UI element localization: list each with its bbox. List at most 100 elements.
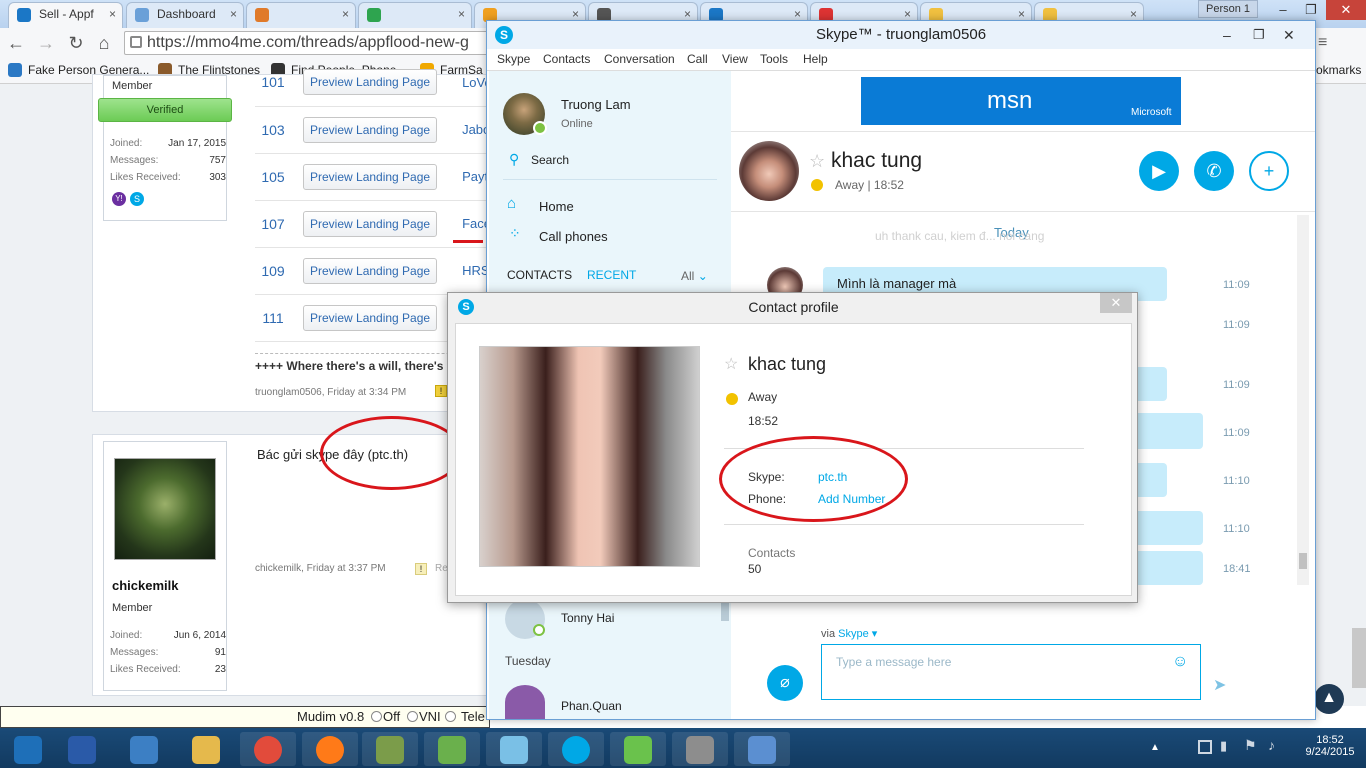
call-phones-nav[interactable]: Call phones	[539, 229, 608, 244]
contact-name[interactable]: Tonny Hai	[561, 611, 614, 625]
skype-minimize-icon[interactable]: –	[1223, 21, 1231, 49]
tray-monitor-icon[interactable]	[1198, 740, 1212, 754]
skype-close-icon[interactable]: ✕	[1283, 21, 1295, 49]
maximize-icon[interactable]: ❐	[1296, 0, 1326, 20]
notepad-icon[interactable]	[486, 732, 542, 766]
menu-skype[interactable]: Skype	[497, 52, 530, 66]
contact-header-name[interactable]: khac tung	[831, 149, 922, 173]
tray-volume-icon[interactable]: ♪	[1268, 737, 1275, 753]
back-icon[interactable]: ←	[6, 34, 26, 54]
browser-tab[interactable]: Sell - Appf ×	[8, 2, 123, 28]
menu-contacts[interactable]: Contacts	[543, 52, 590, 66]
add-contact-icon[interactable]: +	[1249, 151, 1289, 191]
emoticon-icon[interactable]: ☺	[1172, 653, 1188, 671]
contact-name[interactable]: Phan.Quan	[561, 699, 622, 713]
yahoo-icon[interactable]: Y!	[112, 192, 126, 206]
other-bookmarks[interactable]: okmarks	[1316, 62, 1361, 78]
via-label: via Skype ▾	[821, 627, 877, 640]
bluestacks-icon[interactable]	[610, 732, 666, 766]
start-icon[interactable]	[0, 732, 56, 766]
reload-icon[interactable]: ↻	[66, 34, 86, 54]
my-name[interactable]: Truong Lam	[561, 97, 631, 112]
voice-call-icon[interactable]: ✆	[1194, 151, 1234, 191]
firefox-icon[interactable]	[302, 732, 358, 766]
tray-clock[interactable]: 18:52 9/24/2015	[1300, 734, 1360, 758]
chrome-icon[interactable]	[240, 732, 296, 766]
chat-scrollbar[interactable]	[1297, 215, 1309, 585]
favorite-star-icon[interactable]: ☆	[809, 151, 825, 172]
preview-landing-page-button[interactable]: Preview Landing Page	[303, 257, 438, 284]
page-scrollbar[interactable]	[1352, 628, 1366, 688]
mudim-option-vni[interactable]: VNI	[419, 707, 441, 727]
browser-tab[interactable]: Dashboard ×	[126, 2, 244, 28]
scroll-top-icon[interactable]: ▲	[1314, 684, 1344, 714]
browser-tab[interactable]: ×	[358, 2, 472, 28]
chat-scrollbar-thumb[interactable]	[1299, 553, 1307, 569]
home-nav[interactable]: Home	[539, 199, 574, 214]
user-avatar[interactable]	[114, 458, 216, 560]
preview-landing-page-button[interactable]: Preview Landing Page	[303, 69, 438, 96]
tray-flag-icon[interactable]: ⚑	[1244, 737, 1257, 754]
attach-icon[interactable]: ⌀	[767, 665, 803, 701]
menu-call[interactable]: Call	[687, 52, 708, 66]
mudim-option-telex[interactable]: Tele	[461, 707, 485, 727]
my-status[interactable]: Online	[561, 118, 593, 130]
msn-ad-banner[interactable]: msn Microsoft	[861, 77, 1181, 125]
forward-icon[interactable]: →	[36, 34, 56, 54]
menu-icon[interactable]: ≡	[1318, 34, 1327, 52]
browser-tab[interactable]: ×	[246, 2, 356, 28]
tab-close-icon[interactable]: ×	[230, 3, 237, 25]
tab-close-icon[interactable]: ×	[109, 3, 116, 25]
video-call-icon[interactable]: ▶	[1139, 151, 1179, 191]
paint-icon[interactable]	[734, 732, 790, 766]
filter-select[interactable]: All ⌄	[681, 269, 708, 283]
close-icon[interactable]: ✕	[1326, 0, 1366, 20]
skype-maximize-icon[interactable]: ❐	[1253, 21, 1265, 49]
preview-landing-page-button[interactable]: Preview Landing Page	[303, 304, 438, 331]
menu-help[interactable]: Help	[803, 52, 828, 66]
reply-link[interactable]: Re	[435, 563, 448, 574]
profile-button[interactable]: Person 1	[1198, 0, 1258, 18]
message-bubble[interactable]	[1131, 551, 1203, 585]
dialog-close-icon[interactable]: ✕	[1100, 293, 1132, 313]
skype-small-icon[interactable]: S	[130, 192, 144, 206]
tab-close-icon[interactable]: ×	[342, 3, 349, 25]
powershell-icon[interactable]	[54, 732, 110, 766]
report-icon[interactable]: !	[435, 385, 447, 397]
mudim-radio-vni[interactable]	[407, 711, 418, 722]
menu-tools[interactable]: Tools	[760, 52, 788, 66]
tray-battery-icon[interactable]: ▮	[1220, 738, 1227, 754]
skype-icon[interactable]	[548, 732, 604, 766]
preview-landing-page-button[interactable]: Preview Landing Page	[303, 163, 438, 190]
preview-landing-page-button[interactable]: Preview Landing Page	[303, 116, 438, 143]
preview-landing-page-button[interactable]: Preview Landing Page	[303, 210, 438, 237]
send-icon[interactable]: ➤	[1213, 675, 1226, 695]
via-skype-select[interactable]: Skype	[838, 628, 869, 640]
recent-tab[interactable]: RECENT	[587, 268, 636, 282]
mudim-option-off[interactable]: Off	[383, 707, 400, 727]
remote-desktop-icon[interactable]	[116, 732, 172, 766]
chat-app-icon[interactable]	[424, 732, 480, 766]
money-app-icon[interactable]	[362, 732, 418, 766]
file-explorer-icon[interactable]	[178, 732, 234, 766]
url-input[interactable]: https://mmo4me.com/threads/appflood-new-…	[124, 31, 494, 55]
message-bubble[interactable]	[1131, 413, 1203, 449]
network-app-icon[interactable]	[672, 732, 728, 766]
report-icon[interactable]: !	[415, 563, 427, 575]
message-bubble[interactable]	[1131, 511, 1203, 545]
tab-close-icon[interactable]: ×	[458, 3, 465, 25]
mudim-radio-telex[interactable]	[445, 711, 456, 722]
menu-view[interactable]: View	[722, 52, 748, 66]
search-input[interactable]: Search	[531, 153, 569, 167]
favorite-star-icon[interactable]: ☆	[724, 354, 738, 374]
username[interactable]: chickemilk	[112, 578, 179, 593]
contact-avatar-large[interactable]	[739, 141, 799, 201]
menu-conversation[interactable]: Conversation	[604, 52, 675, 66]
mudim-radio-off[interactable]	[371, 711, 382, 722]
message-input[interactable]: Type a message here ☺	[821, 644, 1201, 700]
contact-avatar[interactable]	[505, 685, 545, 719]
minimize-icon[interactable]: –	[1268, 0, 1298, 20]
contacts-tab[interactable]: CONTACTS	[507, 268, 572, 282]
home-icon[interactable]: ⌂	[94, 34, 114, 54]
tray-arrow-icon[interactable]: ▲	[1150, 742, 1160, 753]
